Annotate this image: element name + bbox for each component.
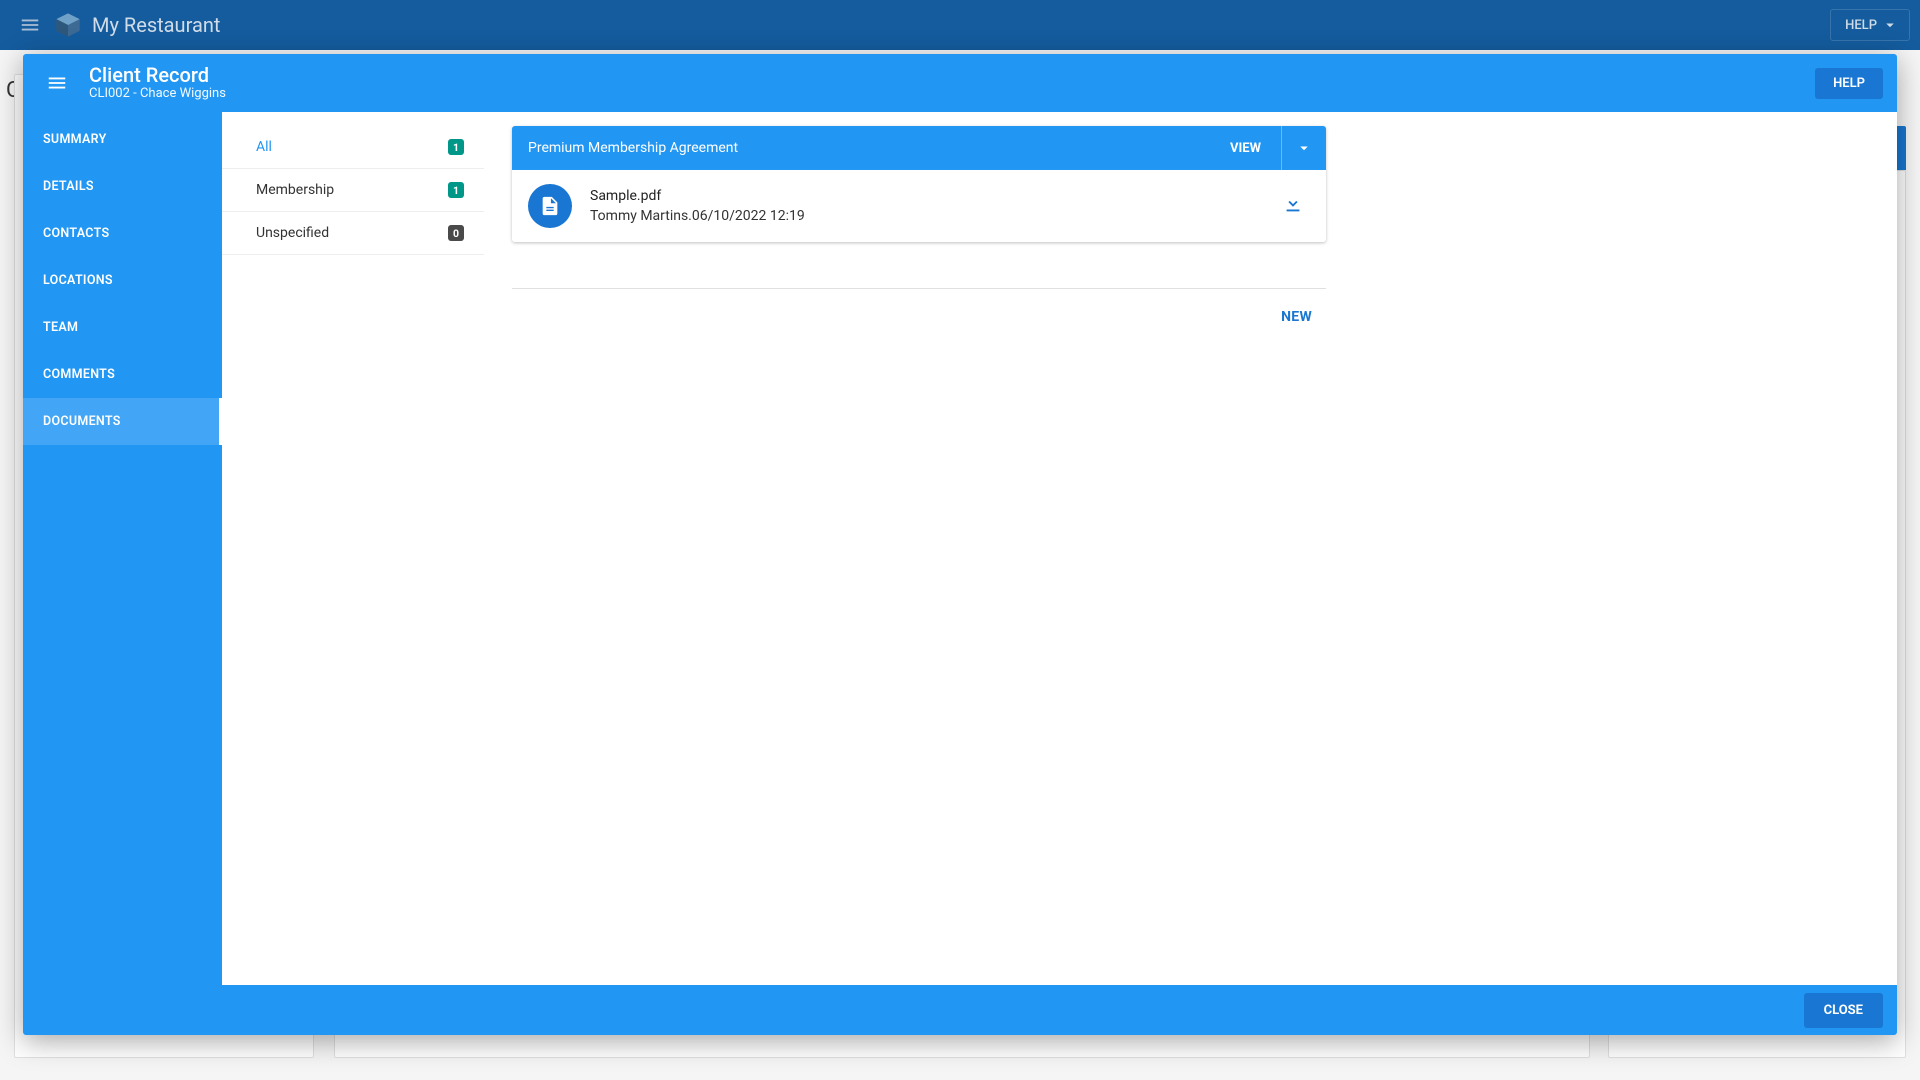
dialog-subtitle: CLI002 - Chace Wiggins <box>89 86 1815 102</box>
document-uploaded-at: 06/10/2022 12:19 <box>692 208 805 224</box>
document-card-header: Premium Membership Agreement VIEW <box>512 126 1326 170</box>
document-panel: Premium Membership Agreement VIEW <box>484 112 1354 985</box>
document-actions-menu[interactable] <box>1282 126 1326 170</box>
filter-count-badge: 1 <box>448 139 464 155</box>
sidenav-item-team[interactable]: TEAM <box>23 304 222 351</box>
dialog-help-button[interactable]: HELP <box>1815 68 1883 99</box>
appbar-help-button[interactable]: HELP <box>1830 9 1910 41</box>
filter-all[interactable]: All 1 <box>222 126 484 169</box>
documents-new-row: NEW <box>512 303 1326 331</box>
sidenav-item-locations[interactable]: LOCATIONS <box>23 257 222 304</box>
filter-count-badge: 1 <box>448 182 464 198</box>
document-filter-list: All 1 Membership 1 Unspecified 0 <box>222 112 484 985</box>
app-title: My Restaurant <box>92 13 1830 37</box>
appbar-menu-button[interactable] <box>10 5 50 45</box>
chevron-down-icon <box>1881 16 1899 34</box>
sidenav-item-contacts[interactable]: CONTACTS <box>23 210 222 257</box>
sidenav-item-documents[interactable]: DOCUMENTS <box>23 398 222 445</box>
dialog-title: Client Record <box>89 64 1815 86</box>
filter-label: All <box>256 139 272 155</box>
document-download-button[interactable] <box>1276 187 1310 225</box>
dialog-menu-button[interactable] <box>37 63 77 103</box>
dialog-sidenav: SUMMARY DETAILS CONTACTS LOCATIONS TEAM … <box>23 112 222 985</box>
document-file-meta: Sample.pdf Tommy Martins.06/10/2022 12:1… <box>590 186 1276 226</box>
app-logo <box>54 11 82 39</box>
dialog-body: SUMMARY DETAILS CONTACTS LOCATIONS TEAM … <box>23 112 1897 985</box>
sidenav-item-details[interactable]: DETAILS <box>23 163 222 210</box>
filter-label: Unspecified <box>256 225 329 241</box>
dialog-footer: CLOSE <box>23 985 1897 1035</box>
hamburger-icon <box>19 14 41 36</box>
cube-icon <box>54 11 82 39</box>
document-file-sub: Tommy Martins.06/10/2022 12:19 <box>590 206 1276 226</box>
filter-count-badge: 0 <box>448 225 464 241</box>
dialog-content: All 1 Membership 1 Unspecified 0 Premium… <box>222 112 1897 985</box>
client-record-dialog: Client Record CLI002 - Chace Wiggins HEL… <box>23 54 1897 1035</box>
sidenav-item-comments[interactable]: COMMENTS <box>23 351 222 398</box>
file-icon <box>539 195 561 217</box>
sidenav-item-summary[interactable]: SUMMARY <box>23 116 222 163</box>
filter-label: Membership <box>256 182 334 198</box>
document-file-row: Sample.pdf Tommy Martins.06/10/2022 12:1… <box>512 170 1326 242</box>
document-uploader: Tommy Martins. <box>590 208 692 224</box>
app-bar: My Restaurant HELP <box>0 0 1920 50</box>
new-document-button[interactable]: NEW <box>1267 303 1326 331</box>
close-button[interactable]: CLOSE <box>1804 993 1883 1028</box>
chevron-down-icon <box>1295 139 1313 157</box>
documents-divider <box>512 288 1326 289</box>
document-card: Premium Membership Agreement VIEW <box>512 126 1326 242</box>
dialog-titles: Client Record CLI002 - Chace Wiggins <box>89 64 1815 102</box>
dialog-header: Client Record CLI002 - Chace Wiggins HEL… <box>23 54 1897 112</box>
appbar-help-label: HELP <box>1845 18 1877 33</box>
document-title: Premium Membership Agreement <box>528 140 738 156</box>
filter-unspecified[interactable]: Unspecified 0 <box>222 212 484 255</box>
document-view-button[interactable]: VIEW <box>1210 126 1282 170</box>
download-icon <box>1282 193 1304 215</box>
hamburger-icon <box>46 72 68 94</box>
document-file-avatar <box>528 184 572 228</box>
filter-membership[interactable]: Membership 1 <box>222 169 484 212</box>
document-file-name: Sample.pdf <box>590 186 1276 206</box>
